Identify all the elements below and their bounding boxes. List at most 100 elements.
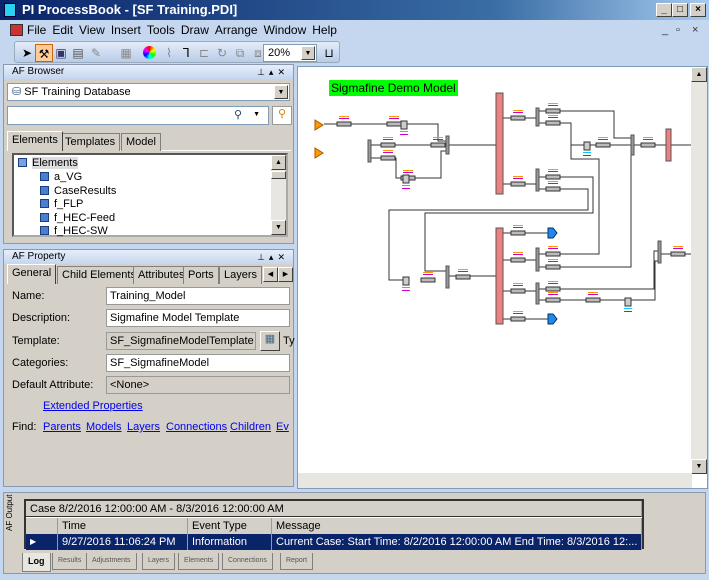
diagram-canvas[interactable]: Sigmafine Demo Model ▲ ▼ [297,66,708,489]
name-field[interactable]: Training_Model [106,287,290,305]
find-connections-link[interactable]: Connections [166,421,227,433]
find-models-link[interactable]: Models [86,421,121,433]
tab-adjustments[interactable]: Adjustments [86,553,137,570]
tree-root[interactable]: Elements [18,156,78,170]
tab-general[interactable]: General [7,264,57,284]
color-wheel-icon[interactable] [143,46,156,59]
description-field[interactable]: Sigmafine Model Template [106,309,290,327]
find-events-link[interactable]: Ev [276,421,291,433]
maximize-button[interactable]: □ [672,3,688,17]
categories-field[interactable]: SF_SigmafineModel [106,354,290,372]
vertical-scrollbar[interactable]: ▲ ▼ [691,67,707,474]
tab-attributes[interactable]: Attributes [133,266,190,284]
tag-label [548,181,558,182]
tree-item[interactable]: f_FLP [40,197,83,211]
database-select[interactable]: ⛁ SF Training Database ▼ [7,83,290,101]
close-button[interactable]: × [690,3,706,17]
find-parents-link[interactable]: Parents [43,421,81,433]
default-attribute-field[interactable]: <None> [106,376,290,394]
tab-model[interactable]: Model [121,133,161,151]
menu-arrange[interactable]: Arrange [212,20,261,40]
menu-tools[interactable]: Tools [144,20,178,40]
tag-label [389,116,399,117]
tag-label [598,139,608,140]
tab-elements[interactable]: Elements [7,131,63,151]
search-button[interactable]: ⚲ [272,106,292,125]
tab-scroll-right-icon[interactable]: ▶ [278,267,293,282]
panel-controls[interactable]: ⊥▴✕ [257,65,289,79]
tab-elements[interactable]: Elements [178,553,220,570]
tree-scrollbar[interactable]: ▲ ▼ [271,155,286,235]
mdi-close-button[interactable]: × [692,24,698,36]
process-diagram[interactable] [298,67,692,475]
connector-icon[interactable]: ᒣ [177,44,195,62]
pointer-icon[interactable]: ➤ [18,44,36,62]
scroll-down-icon[interactable]: ▼ [271,220,286,235]
tree-item[interactable]: f_HEC-Feed [40,211,115,225]
tab-log[interactable]: Log [22,553,51,572]
row-indicator-icon[interactable]: ▶ [26,534,58,550]
image-icon[interactable]: ▤ [69,44,87,62]
pipe-node [386,121,402,127]
log-message[interactable]: Current Case: Start Time: 8/2/2016 12:00… [272,534,642,550]
tree-item[interactable]: CaseResults [40,184,116,198]
template-browse-button[interactable]: ▦ [260,331,280,351]
column-message[interactable]: Message [272,518,642,534]
menu-view[interactable]: View [76,20,108,40]
mdi-minimize-button[interactable]: _ [662,24,668,36]
tag-label [339,116,349,117]
scroll-up-icon[interactable]: ▲ [691,67,707,82]
menu-window[interactable]: Window [261,20,310,40]
search-options-icon[interactable]: ▼ [253,107,260,123]
find-layers-link[interactable]: Layers [127,421,160,433]
tab-layers[interactable]: Layers [219,266,263,284]
tab-scroll-left-icon[interactable]: ◀ [263,267,278,282]
column-event-type[interactable]: Event Type [188,518,272,534]
pipe-node [545,251,561,257]
tab-ports[interactable]: Ports [183,266,219,284]
tab-connections[interactable]: Connections [222,553,273,570]
database-icon: ⛁ [12,86,25,98]
zoom-value: 20% [268,47,291,59]
categories-label: Categories: [12,357,69,369]
scroll-up-icon[interactable]: ▲ [271,155,286,170]
minimize-button[interactable]: _ [656,3,672,17]
bring-front-icon: ⧉ [235,46,245,60]
document-icon[interactable] [10,24,23,36]
menu-help[interactable]: Help [309,20,340,40]
find-children-link[interactable]: Children [230,421,271,433]
tab-report[interactable]: Report [280,553,314,570]
connection-line [424,176,594,272]
search-input[interactable]: ⚲ ▼ [7,106,269,125]
zoom-combo[interactable]: 20% ▼ [263,44,317,62]
tab-layers[interactable]: Layers [142,553,176,570]
tab-results[interactable]: Results [52,553,88,570]
tree-item[interactable]: a_VG [40,170,82,184]
panel-controls[interactable]: ⊥▴✕ [257,250,289,264]
connect-icon[interactable]: ⊔ [320,44,338,62]
log-event-type[interactable]: Information [188,534,272,550]
af-property-title: AF Property [12,251,66,262]
menu-edit[interactable]: Edit [49,20,76,40]
tab-templates[interactable]: Templates [60,133,121,151]
scroll-thumb[interactable] [271,171,286,179]
chevron-down-icon[interactable]: ▼ [301,46,315,60]
mdi-restore-button[interactable]: ▫ [676,24,680,36]
search-icon[interactable]: ⚲ [234,107,242,123]
menu-draw[interactable]: Draw [178,20,212,40]
extended-properties-link[interactable]: Extended Properties [43,400,143,412]
tree-item[interactable]: f_HEC-SW [40,224,108,238]
column-time[interactable]: Time [58,518,188,534]
menu-insert[interactable]: Insert [108,20,144,40]
save-icon[interactable]: ▣ [52,44,70,62]
scroll-down-icon[interactable]: ▼ [691,459,707,474]
tag-label [673,246,683,247]
tab-child-elements[interactable]: Child Elements [57,266,141,284]
horizontal-scrollbar[interactable] [298,473,692,488]
chevron-down-icon[interactable]: ▼ [274,85,288,99]
af-output-panel: AF Output Case 8/2/2016 12:00:00 AM - 8/… [3,492,706,574]
hammer-icon[interactable]: ⚒ [35,44,53,62]
menu-file[interactable]: File [24,20,49,40]
log-time[interactable]: 9/27/2016 11:06:24 PM [58,534,188,550]
pipe-node [545,297,561,303]
